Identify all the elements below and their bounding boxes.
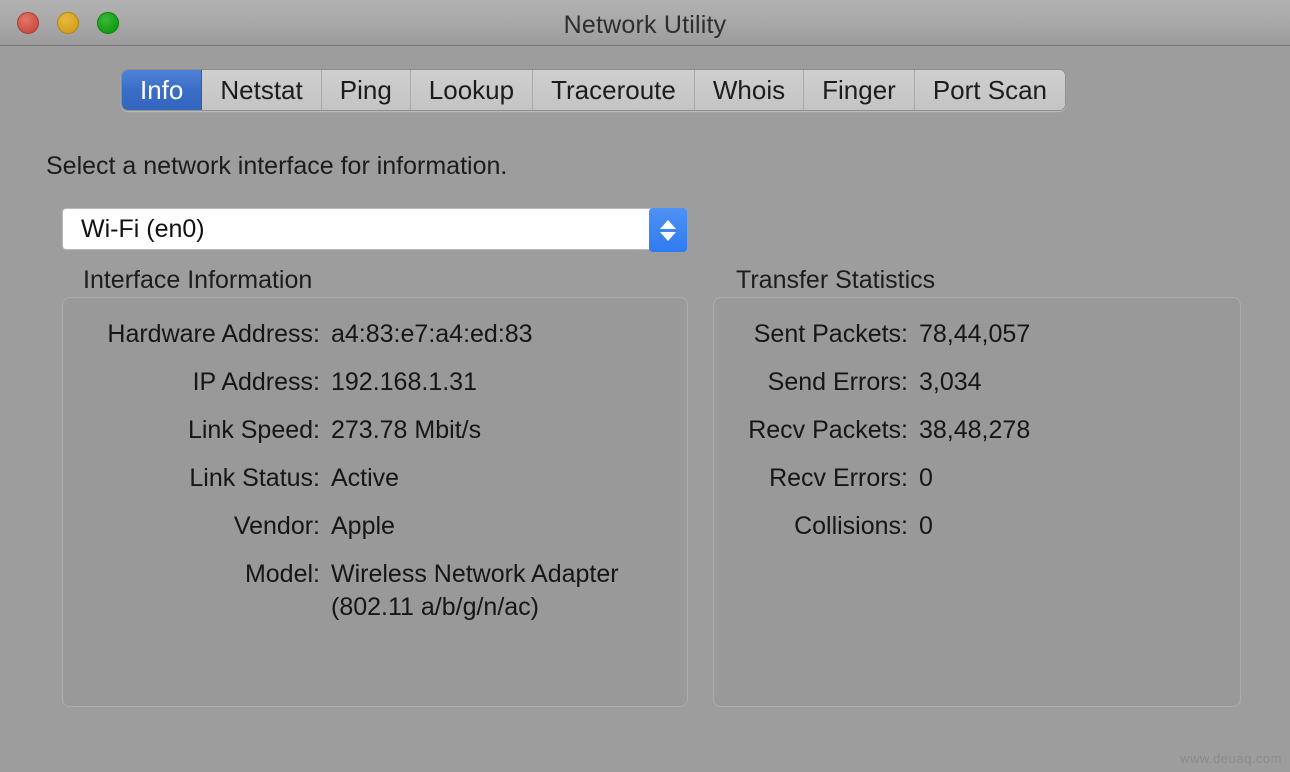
- info-row: Model:Wireless Network Adapter (802.11 a…: [63, 558, 687, 624]
- info-row-label: Collisions:: [714, 510, 919, 543]
- tab-ping[interactable]: Ping: [322, 70, 411, 110]
- transfer-statistics-title: Transfer Statistics: [736, 266, 935, 295]
- instruction-text: Select a network interface for informati…: [46, 152, 507, 181]
- interface-information-rows: Hardware Address:a4:83:e7:a4:ed:83IP Add…: [63, 318, 687, 639]
- stepper-button[interactable]: [649, 208, 687, 252]
- info-row-label: Link Status:: [63, 462, 331, 495]
- transfer-statistics-rows: Sent Packets:78,44,057Send Errors:3,034R…: [714, 318, 1240, 558]
- tab-port-scan[interactable]: Port Scan: [915, 70, 1065, 110]
- info-row-label: Sent Packets:: [714, 318, 919, 351]
- info-row-label: Send Errors:: [714, 366, 919, 399]
- info-row-value: 0: [919, 462, 933, 495]
- info-row-label: IP Address:: [63, 366, 331, 399]
- watermark: www.deuaq.com: [1180, 751, 1282, 766]
- info-row: Link Status:Active: [63, 462, 687, 495]
- info-row-label: Model:: [63, 558, 331, 591]
- tab-finger[interactable]: Finger: [804, 70, 915, 110]
- tab-traceroute[interactable]: Traceroute: [533, 70, 695, 110]
- info-row-label: Vendor:: [63, 510, 331, 543]
- tab-netstat[interactable]: Netstat: [202, 70, 321, 110]
- info-row-label: Recv Packets:: [714, 414, 919, 447]
- info-row: Send Errors:3,034: [714, 366, 1240, 399]
- info-row: IP Address:192.168.1.31: [63, 366, 687, 399]
- info-row-value: 192.168.1.31: [331, 366, 477, 399]
- tab-info[interactable]: Info: [122, 70, 202, 110]
- info-row-label: Link Speed:: [63, 414, 331, 447]
- info-row-value: Apple: [331, 510, 395, 543]
- info-row: Link Speed:273.78 Mbit/s: [63, 414, 687, 447]
- info-row-value: 3,034: [919, 366, 982, 399]
- info-row-value: Wireless Network Adapter (802.11 a/b/g/n…: [331, 558, 619, 624]
- window-title: Network Utility: [0, 11, 1290, 40]
- info-row: Collisions:0: [714, 510, 1240, 543]
- info-row-value: 273.78 Mbit/s: [331, 414, 481, 447]
- info-row-value: Active: [331, 462, 399, 495]
- info-row: Sent Packets:78,44,057: [714, 318, 1240, 351]
- info-row: Vendor:Apple: [63, 510, 687, 543]
- tab-whois[interactable]: Whois: [695, 70, 804, 110]
- info-row-label: Recv Errors:: [714, 462, 919, 495]
- transfer-statistics-panel: Sent Packets:78,44,057Send Errors:3,034R…: [713, 297, 1241, 707]
- chevron-up-icon: [660, 220, 676, 229]
- info-row-value: a4:83:e7:a4:ed:83: [331, 318, 533, 351]
- network-interface-select[interactable]: Wi-Fi (en0): [62, 208, 687, 250]
- info-row-label: Hardware Address:: [63, 318, 331, 351]
- info-row-value: 0: [919, 510, 933, 543]
- info-row: Recv Errors:0: [714, 462, 1240, 495]
- info-row-value: 38,48,278: [919, 414, 1030, 447]
- info-row-value: 78,44,057: [919, 318, 1030, 351]
- network-interface-select-value: Wi-Fi (en0): [63, 215, 205, 244]
- tab-lookup[interactable]: Lookup: [411, 70, 533, 110]
- info-row: Hardware Address:a4:83:e7:a4:ed:83: [63, 318, 687, 351]
- window-titlebar: Network Utility: [0, 0, 1290, 46]
- info-row: Recv Packets:38,48,278: [714, 414, 1240, 447]
- tab-bar: InfoNetstatPingLookupTracerouteWhoisFing…: [121, 69, 1066, 111]
- chevron-down-icon: [660, 232, 676, 241]
- interface-information-panel: Hardware Address:a4:83:e7:a4:ed:83IP Add…: [62, 297, 688, 707]
- interface-information-title: Interface Information: [83, 266, 312, 295]
- network-utility-window: Network Utility InfoNetstatPingLookupTra…: [0, 0, 1290, 772]
